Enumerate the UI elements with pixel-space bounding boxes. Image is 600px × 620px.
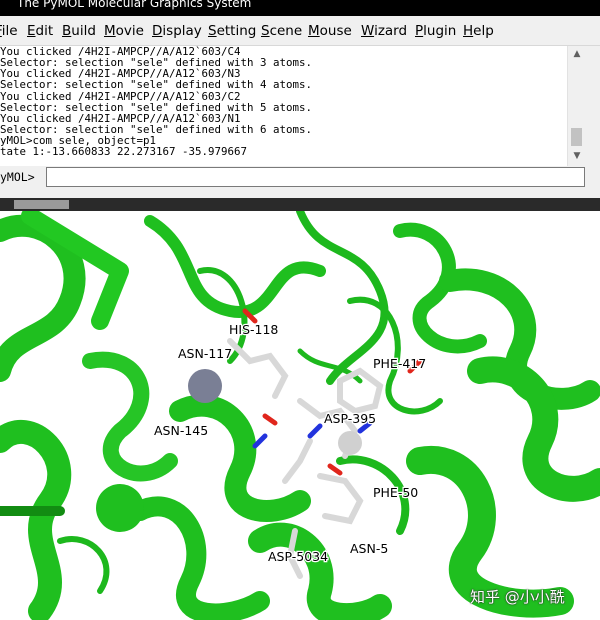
molecule-render: HIS-118 ASN-117 PHE-417 ASP-395 ASN-145 … [0,211,600,620]
command-input[interactable] [46,167,585,187]
menu-setting[interactable]: Setting [208,23,256,39]
command-row: yMOL> [0,166,600,190]
menu-wizard[interactable]: Wizard [361,23,407,39]
console-line: Selector: selection "sele" defined with … [0,78,313,92]
residue-label: ASN-5 [350,541,388,556]
molecular-viewer[interactable]: HIS-118 ASN-117 PHE-417 ASP-395 ASN-145 … [0,211,600,620]
output-console[interactable]: You clicked /4H2I-AMPCP//A/A12`603/C4 Se… [0,46,600,166]
menu-mouse[interactable]: Mouse [308,23,352,39]
console-log: You clicked /4H2I-AMPCP//A/A12`603/C4 Se… [0,46,566,164]
command-prompt-label: yMOL> [0,170,35,184]
menu-movie[interactable]: Movie [104,23,144,39]
residue-label: HIS-118 [229,322,278,337]
menu-display[interactable]: Display [152,23,202,39]
atom-sphere [338,431,362,455]
scrollbar-thumb[interactable] [571,128,582,146]
console-line: tate 1:-13.660833 22.273167 -35.979667 [0,145,248,159]
residue-label: ASP-5034 [268,549,328,564]
metal-ion-sphere [188,369,222,403]
horizontal-scrollbar[interactable] [0,198,600,211]
console-scrollbar[interactable]: ▲ ▼ [567,46,586,166]
scrollbar-thumb[interactable] [14,200,69,209]
residue-label: ASP-395 [324,411,376,426]
atom-sphere [96,484,144,532]
menu-help[interactable]: Help [463,23,494,39]
panel-edge [586,46,600,166]
watermark-text: 知乎 @小小酰 [470,588,565,606]
menu-edit[interactable]: Edit [27,23,53,39]
scroll-down-icon[interactable]: ▼ [568,148,586,164]
divider [0,190,600,198]
menu-build[interactable]: Build [62,23,96,39]
residue-label: PHE-417 [373,356,426,371]
menu-scene[interactable]: Scene [261,23,302,39]
residue-label: ASN-145 [154,423,208,438]
residue-label: ASN-117 [178,346,232,361]
scroll-up-icon[interactable]: ▲ [568,46,586,62]
window-title: The PyMOL Molecular Graphics System [17,0,252,10]
window-titlebar: The PyMOL Molecular Graphics System [0,0,600,16]
menu-bar: File Edit Build Movie Display Setting Sc… [0,16,600,46]
menu-plugin[interactable]: Plugin [415,23,456,39]
menu-file[interactable]: File [0,23,18,39]
residue-label: PHE-50 [373,485,418,500]
